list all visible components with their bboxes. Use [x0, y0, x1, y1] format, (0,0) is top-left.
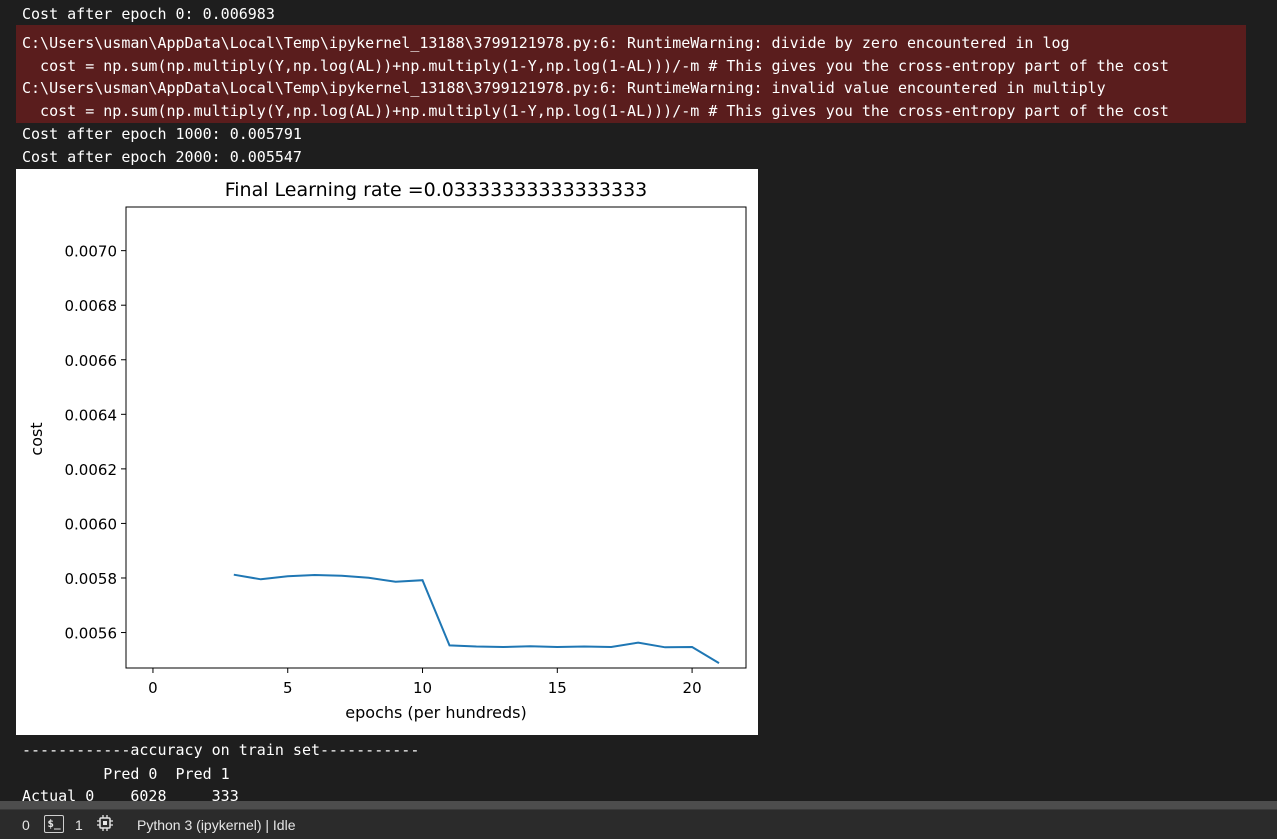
plot-area-frame: [125, 206, 747, 669]
y-tick-label: 0.0070: [65, 243, 118, 261]
status-bar: 0 1 Python 3 (ipykernel) | Idle: [0, 809, 1277, 839]
y-tick-label: 0.0066: [65, 352, 118, 370]
accuracy-header: ------------accuracy on train set-------…: [22, 742, 420, 759]
x-axis-label: epochs (per hundreds): [345, 703, 526, 722]
horizontal-scrollbar[interactable]: [0, 801, 1277, 809]
y-tick-label: 0.0062: [65, 461, 118, 479]
status-count-left[interactable]: 0: [22, 817, 30, 833]
y-tick-label: 0.0056: [65, 625, 118, 643]
output-line-epoch-1000: Cost after epoch 1000: 0.005791: [22, 125, 302, 143]
stderr-line: cost = np.sum(np.multiply(Y,np.log(AL))+…: [22, 102, 1169, 120]
chart-title: Final Learning rate =0.03333333333333333: [225, 179, 648, 201]
x-tick-label: 10: [413, 679, 432, 697]
stderr-warning-block: C:\Users\usman\AppData\Local\Temp\ipyker…: [16, 25, 1246, 123]
stderr-line: cost = np.sum(np.multiply(Y,np.log(AL))+…: [22, 57, 1169, 75]
accuracy-output: ------------accuracy on train set-------…: [0, 742, 1277, 802]
x-tick-label: 15: [548, 679, 567, 697]
output-line-epoch-2000: Cost after epoch 2000: 0.005547: [22, 148, 302, 166]
terminal-icon[interactable]: $_: [44, 815, 64, 833]
x-tick-label: 0: [148, 679, 158, 697]
y-tick-label: 0.0058: [65, 570, 118, 588]
cost-series-line: [233, 573, 720, 664]
cost-plot: Final Learning rate =0.03333333333333333…: [16, 169, 758, 735]
x-tick-label: 20: [683, 679, 702, 697]
confusion-table-row: Actual 0 6028 333: [22, 787, 239, 802]
stderr-line: C:\Users\usman\AppData\Local\Temp\ipyker…: [22, 79, 1106, 97]
x-tick-label: 5: [283, 679, 293, 697]
y-tick-label: 0.0060: [65, 515, 118, 533]
output-line-epoch-0: Cost after epoch 0: 0.006983: [22, 5, 275, 23]
y-tick-label: 0.0068: [65, 297, 118, 315]
stderr-line: C:\Users\usman\AppData\Local\Temp\ipyker…: [22, 34, 1070, 52]
kernel-status[interactable]: Python 3 (ipykernel) | Idle: [137, 817, 296, 833]
status-count-right[interactable]: 1: [75, 817, 83, 833]
confusion-table-header: Pred 0 Pred 1: [22, 765, 230, 783]
y-tick-label: 0.0064: [65, 406, 118, 424]
cost-line-chart: Final Learning rate =0.03333333333333333…: [27, 179, 747, 722]
kernel-cpu-icon[interactable]: [96, 814, 114, 832]
y-axis-label: cost: [27, 422, 46, 455]
